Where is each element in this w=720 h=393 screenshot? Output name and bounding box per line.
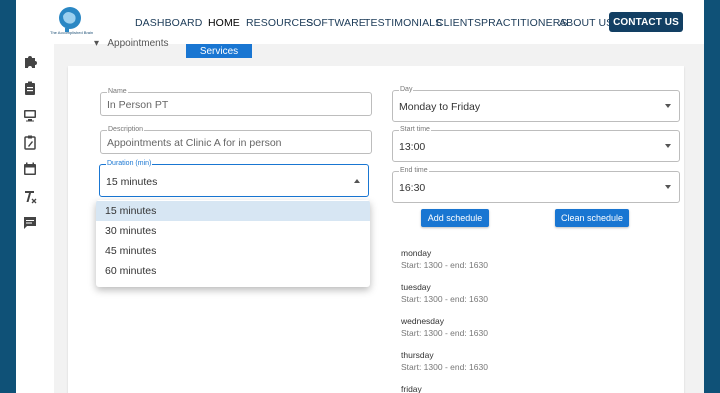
schedule-day: tuesday bbox=[401, 282, 431, 292]
duration-value: 15 minutes bbox=[106, 176, 158, 188]
day-value: Monday to Friday bbox=[399, 101, 481, 113]
nav-testimonials[interactable]: TESTIMONIALS bbox=[364, 17, 442, 29]
calendar-icon[interactable] bbox=[22, 161, 38, 177]
nav-software[interactable]: SOFTWARE bbox=[306, 17, 366, 29]
duration-option-30[interactable]: 30 minutes bbox=[96, 221, 370, 241]
add-schedule-button[interactable]: Add schedule bbox=[421, 209, 489, 227]
duration-select[interactable]: Duration (min) 15 minutes bbox=[99, 160, 369, 197]
start-time-value: 13:00 bbox=[399, 141, 426, 153]
schedule-day: wednesday bbox=[401, 316, 445, 326]
description-label: Description bbox=[107, 126, 145, 134]
clean-schedule-button[interactable]: Clean schedule bbox=[555, 209, 629, 227]
duration-option-15[interactable]: 15 minutes bbox=[96, 201, 370, 221]
start-time-label: Start time bbox=[399, 126, 431, 134]
nav-clients[interactable]: CLIENTS bbox=[436, 17, 481, 29]
nav-practitioners[interactable]: PRACTITIONERS bbox=[481, 17, 567, 29]
end-time-select[interactable]: End time 16:30 bbox=[392, 167, 680, 203]
tab-services-label: Services bbox=[199, 46, 239, 57]
schedule-day: monday bbox=[401, 248, 432, 258]
duration-label: Duration (min) bbox=[106, 160, 153, 168]
sidebar bbox=[16, 44, 55, 393]
description-field[interactable]: Description Appointments at Clinic A for… bbox=[100, 126, 372, 154]
name-value: In Person PT bbox=[107, 99, 169, 111]
clipboard-edit-icon[interactable] bbox=[22, 134, 38, 150]
day-select[interactable]: Day Monday to Friday bbox=[392, 86, 680, 122]
name-label: Name bbox=[107, 88, 128, 96]
tab-appointments-label: Appointments bbox=[107, 38, 169, 49]
description-value: Appointments at Clinic A for in person bbox=[107, 137, 282, 149]
schedule-day: thursday bbox=[401, 350, 434, 360]
nav-home[interactable]: HOME bbox=[208, 17, 240, 29]
schedule-day: friday bbox=[401, 384, 422, 393]
clipboard-list-icon[interactable] bbox=[22, 80, 38, 96]
comment-icon[interactable] bbox=[22, 215, 38, 231]
nav-dashboard[interactable]: DASHBOARD bbox=[135, 17, 202, 29]
chevron-down-icon bbox=[665, 144, 671, 148]
tab-services[interactable]: Services bbox=[186, 44, 252, 58]
browser-window: The Accomplished Brain DASHBOARD HOME RE… bbox=[16, 0, 704, 393]
nav-resources[interactable]: RESOURCES bbox=[246, 17, 313, 29]
duration-dropdown-menu: 15 minutes 30 minutes 45 minutes 60 minu… bbox=[96, 200, 370, 287]
schedule-time: Start: 1300 - end: 1630 bbox=[401, 294, 488, 304]
chevron-down-icon bbox=[665, 185, 671, 189]
nav-about-us[interactable]: ABOUT US bbox=[559, 17, 613, 29]
puzzle-icon[interactable] bbox=[22, 53, 38, 69]
schedule-time: Start: 1300 - end: 1630 bbox=[401, 328, 488, 338]
end-time-label: End time bbox=[399, 167, 429, 175]
duration-option-45[interactable]: 45 minutes bbox=[96, 241, 370, 261]
duration-option-60[interactable]: 60 minutes bbox=[96, 261, 370, 281]
schedule-time: Start: 1300 - end: 1630 bbox=[401, 260, 488, 270]
day-label: Day bbox=[399, 86, 414, 94]
schedule-time: Start: 1300 - end: 1630 bbox=[401, 362, 488, 372]
end-time-value: 16:30 bbox=[399, 182, 426, 194]
clear-format-icon[interactable] bbox=[22, 188, 38, 204]
monitor-icon[interactable] bbox=[22, 107, 38, 123]
tab-appointments[interactable]: ▾ Appointments bbox=[94, 38, 169, 49]
contact-us-button[interactable]: CONTACT US bbox=[609, 12, 683, 32]
chevron-down-icon bbox=[665, 104, 671, 108]
start-time-select[interactable]: Start time 13:00 bbox=[392, 126, 680, 162]
tab-strip: ▾ Appointments Services bbox=[68, 38, 684, 66]
caret-up-icon bbox=[354, 178, 360, 183]
name-field[interactable]: Name In Person PT bbox=[100, 88, 372, 116]
logo-text: The Accomplished Brain bbox=[50, 30, 94, 35]
